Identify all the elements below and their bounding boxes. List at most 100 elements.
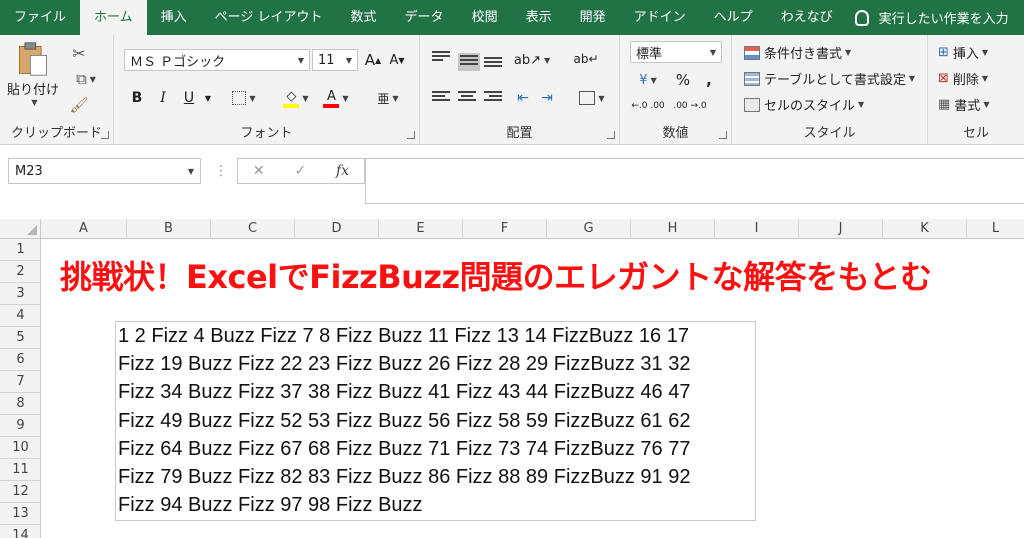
row-header[interactable]: 4 xyxy=(0,305,41,327)
align-middle-icon[interactable] xyxy=(458,53,480,71)
fizzbuzz-line: Fizz 79 Buzz Fizz 82 83 Fizz Buzz 86 Fiz… xyxy=(118,466,691,489)
tab-addins[interactable]: アドイン xyxy=(620,0,700,35)
tab-review[interactable]: 校閲 xyxy=(458,0,512,35)
delete-cells-label: 削除 xyxy=(952,73,979,88)
decrease-decimal-button[interactable]: .00 →.0 xyxy=(672,95,708,117)
decrease-indent-icon[interactable]: ⇤ xyxy=(512,87,534,109)
orientation-button[interactable]: ab↗ ▼ xyxy=(512,49,552,71)
format-as-table-button[interactable]: テーブルとして書式設定 ▼ xyxy=(744,69,915,88)
tab-view[interactable]: 表示 xyxy=(512,0,566,35)
phonetic-button[interactable]: 亜 ▼ xyxy=(370,85,406,111)
number-format-select[interactable]: 標準 ▼ xyxy=(630,41,722,63)
font-color-button[interactable]: A ▼ xyxy=(318,85,354,111)
column-header[interactable]: C xyxy=(211,219,295,239)
align-center-icon[interactable] xyxy=(458,91,476,105)
shrink-font-button[interactable]: A ▼ xyxy=(386,49,408,71)
align-bottom-icon[interactable] xyxy=(484,57,502,71)
tab-insert[interactable]: 挿入 xyxy=(147,0,201,35)
underline-button[interactable]: U xyxy=(178,87,200,109)
row-header[interactable]: 13 xyxy=(0,503,41,525)
conditional-formatting-button[interactable]: 条件付き書式 ▼ xyxy=(744,43,851,62)
alignment-launcher-icon[interactable] xyxy=(607,131,615,139)
column-header[interactable]: K xyxy=(883,219,967,239)
percent-button[interactable]: % xyxy=(672,69,694,91)
row-header[interactable]: 9 xyxy=(0,415,41,437)
row-header[interactable]: 7 xyxy=(0,371,41,393)
row-header[interactable]: 5 xyxy=(0,327,41,349)
align-top-icon[interactable] xyxy=(432,51,450,65)
column-header[interactable]: D xyxy=(295,219,379,239)
row-header[interactable]: 10 xyxy=(0,437,41,459)
tab-home[interactable]: ホーム xyxy=(80,0,147,35)
tab-file[interactable]: ファイル xyxy=(0,0,80,35)
insert-function-icon[interactable]: fx xyxy=(336,163,349,179)
row-header[interactable]: 6 xyxy=(0,349,41,371)
font-name-select[interactable]: ＭＳ Ｐゴシック ▼ xyxy=(124,49,310,71)
tell-me-box[interactable]: 実行したい作業を入力 xyxy=(854,8,1009,27)
fizzbuzz-textbox[interactable]: 1 2 Fizz 4 Buzz Fizz 7 8 Fizz Buzz 11 Fi… xyxy=(115,321,756,521)
paste-button[interactable]: 貼り付け ▼ xyxy=(7,41,59,107)
row-header[interactable]: 1 xyxy=(0,239,41,261)
merge-center-button[interactable]: ▼ xyxy=(572,87,612,109)
increase-decimal-button[interactable]: ←.0 .00 xyxy=(630,95,666,117)
format-painter-button[interactable]: 🖌 xyxy=(66,95,92,115)
column-header[interactable]: I xyxy=(715,219,799,239)
align-left-icon[interactable] xyxy=(432,91,450,105)
align-right-icon[interactable] xyxy=(484,91,502,105)
font-size-select[interactable]: 11 ▼ xyxy=(312,49,358,71)
chevron-down-icon[interactable]: ▼ xyxy=(188,167,194,176)
accounting-format-button[interactable]: ¥ ▼ xyxy=(630,69,666,91)
fill-color-button[interactable]: ◇ ▼ xyxy=(278,85,314,111)
copy-button[interactable]: ⧉ ▼ xyxy=(66,69,106,89)
font-launcher-icon[interactable] xyxy=(407,131,415,139)
row-header[interactable]: 3 xyxy=(0,283,41,305)
fill-bucket-icon: ◇ xyxy=(283,89,300,108)
column-header[interactable]: H xyxy=(631,219,715,239)
column-header[interactable]: A xyxy=(41,219,127,239)
cancel-icon[interactable]: ✕ xyxy=(253,163,265,179)
column-header[interactable]: L xyxy=(967,219,1024,239)
column-header[interactable]: G xyxy=(547,219,631,239)
wrap-text-button[interactable]: ab↵ xyxy=(572,47,600,71)
format-cells-button[interactable]: ▦ 書式 ▼ xyxy=(938,95,989,114)
lightbulb-icon xyxy=(854,9,869,26)
increase-indent-icon[interactable]: ⇥ xyxy=(536,87,558,109)
row-header[interactable]: 2 xyxy=(0,261,41,283)
delete-cells-button[interactable]: ⊠ 削除 ▼ xyxy=(938,69,988,88)
column-header[interactable]: J xyxy=(799,219,883,239)
enter-icon[interactable]: ✓ xyxy=(294,163,306,179)
formula-input[interactable] xyxy=(365,158,1024,204)
row-header[interactable]: 8 xyxy=(0,393,41,415)
name-box[interactable]: M23 ▼ xyxy=(8,158,201,184)
chevron-down-icon: ▼ xyxy=(598,93,605,103)
tab-data[interactable]: データ xyxy=(391,0,458,35)
number-launcher-icon[interactable] xyxy=(719,131,727,139)
underline-dropdown-icon[interactable]: ▼ xyxy=(202,87,214,109)
column-header[interactable]: B xyxy=(127,219,211,239)
insert-cells-button[interactable]: ⊞ 挿入 ▼ xyxy=(938,43,988,62)
bold-button[interactable]: B xyxy=(126,87,148,109)
row-header[interactable]: 14 xyxy=(0,525,41,538)
select-all-corner[interactable] xyxy=(0,219,41,239)
row-header[interactable]: 12 xyxy=(0,481,41,503)
tab-help[interactable]: ヘルプ xyxy=(700,0,767,35)
column-header[interactable]: F xyxy=(463,219,547,239)
italic-button[interactable]: I xyxy=(152,87,174,109)
column-header[interactable]: E xyxy=(379,219,463,239)
grow-font-icon: A xyxy=(364,51,376,69)
name-box-value: M23 xyxy=(15,163,43,179)
tab-page-layout[interactable]: ページ レイアウト xyxy=(201,0,337,35)
styles-label: スタイル xyxy=(803,126,856,141)
clipboard-launcher-icon[interactable] xyxy=(101,131,109,139)
grow-font-button[interactable]: A ▲ xyxy=(362,49,384,71)
border-button[interactable]: ▼ xyxy=(226,87,262,109)
cut-button[interactable]: ✂ xyxy=(66,43,92,63)
cell-styles-button[interactable]: セルのスタイル ▼ xyxy=(744,95,864,114)
tab-waenavi[interactable]: わえなび xyxy=(767,0,847,35)
chevron-down-icon: ▼ xyxy=(342,93,349,103)
tab-formulas[interactable]: 数式 xyxy=(337,0,391,35)
comma-button[interactable]: , xyxy=(698,69,720,91)
paste-dropdown-icon[interactable]: ▼ xyxy=(31,98,37,107)
tab-developer[interactable]: 開発 xyxy=(566,0,620,35)
row-header[interactable]: 11 xyxy=(0,459,41,481)
